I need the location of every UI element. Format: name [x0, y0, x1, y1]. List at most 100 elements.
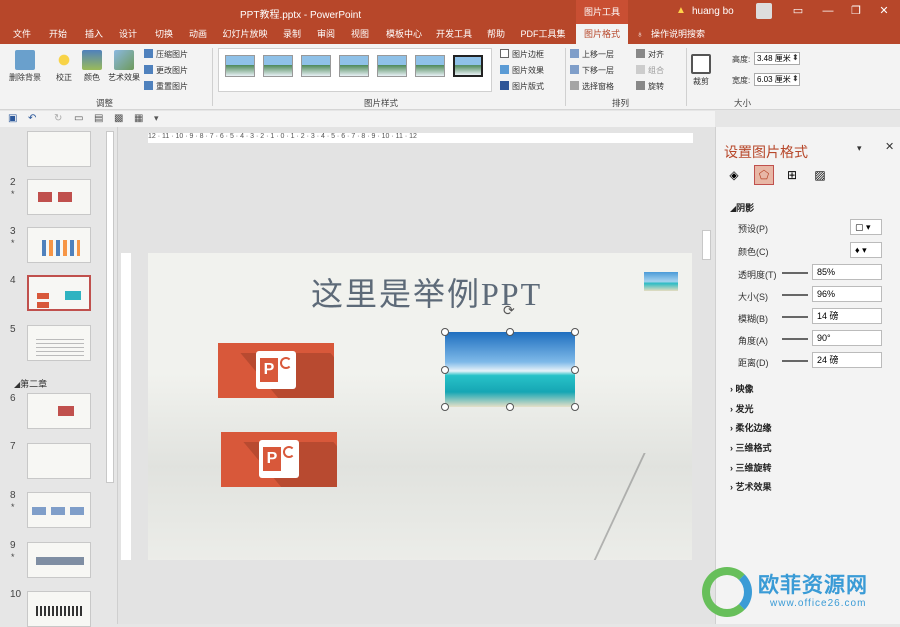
slide-thumbnail-8[interactable] [27, 492, 91, 528]
close-icon[interactable]: ✕ [874, 3, 894, 19]
slide-thumbnail-5[interactable] [27, 325, 91, 361]
resize-handle-bottom-right[interactable] [571, 403, 579, 411]
user-name[interactable]: huang bo [692, 6, 734, 17]
restore-icon[interactable]: ❐ [846, 3, 866, 19]
size-properties-icon[interactable]: ⊞ [782, 165, 802, 185]
resize-handle-top-left[interactable] [441, 328, 449, 336]
tab-developer[interactable]: 开发工具 [432, 24, 476, 44]
selected-beach-picture[interactable] [445, 332, 575, 407]
slide-canvas[interactable]: 这里是举例PPT P P ⟳ [148, 253, 692, 560]
picture-style-3[interactable] [301, 55, 331, 77]
rotate-button[interactable]: 旋转 [636, 81, 664, 92]
slide-thumbnail-3[interactable] [27, 227, 91, 263]
distance-input[interactable]: 24 磅 [812, 352, 882, 368]
tab-design[interactable]: 设计 [114, 24, 142, 44]
picture-style-4[interactable] [339, 55, 369, 77]
blur-slider[interactable] [782, 316, 808, 318]
3d-format-section-header[interactable]: › 三维格式 [730, 441, 772, 454]
tab-file[interactable]: 文件 [8, 24, 36, 44]
slide-thumbnail-2[interactable] [27, 179, 91, 215]
send-backward-button[interactable]: 下移一层 [570, 65, 614, 76]
powerpoint-logo-box-2[interactable]: P [221, 432, 337, 487]
tab-template-center[interactable]: 模板中心 [382, 24, 426, 44]
size-slider[interactable] [782, 294, 808, 296]
angle-slider[interactable] [782, 338, 808, 340]
slideshow-icon[interactable]: ▭ [74, 113, 83, 124]
picture-style-5[interactable] [377, 55, 407, 77]
crop-button[interactable]: 裁剪 [690, 54, 712, 87]
artistic-effects-section-header[interactable]: › 艺术效果 [730, 480, 772, 493]
avatar[interactable] [756, 3, 772, 19]
section-header[interactable]: ◢ 第二章 [14, 377, 47, 390]
customize-qat-icon[interactable]: ▾ [154, 113, 159, 124]
shadow-section-header[interactable]: ◢ 阴影 [730, 201, 754, 214]
tab-review[interactable]: 审阅 [312, 24, 340, 44]
color-button[interactable]: 颜色 [80, 50, 104, 83]
selection-pane-button[interactable]: 选择窗格 [570, 81, 614, 92]
distance-slider[interactable] [782, 360, 808, 362]
slide-thumbnail-6[interactable] [27, 393, 91, 429]
ribbon-display-icon[interactable]: ▭ [788, 3, 808, 19]
picture-settings-icon[interactable]: ▨ [810, 165, 830, 185]
shape-icon[interactable]: ▦ [134, 113, 143, 124]
tab-transitions[interactable]: 切换 [150, 24, 178, 44]
size-input[interactable]: 96% [812, 286, 882, 302]
reflection-section-header[interactable]: › 映像 [730, 382, 754, 395]
width-spinner[interactable]: ⬍ [792, 74, 799, 83]
small-beach-image[interactable] [644, 272, 678, 291]
thumbnail-scrollbar[interactable] [106, 131, 114, 483]
text-box-icon[interactable]: ▤ [94, 113, 103, 124]
picture-border-button[interactable]: 图片边框 [500, 49, 544, 60]
rotate-handle-icon[interactable]: ⟳ [503, 302, 515, 319]
redo-icon[interactable]: ↻ [54, 113, 62, 124]
slide-thumbnail-9[interactable] [27, 542, 91, 578]
tab-view[interactable]: 视图 [346, 24, 374, 44]
tab-animations[interactable]: 动画 [184, 24, 212, 44]
powerpoint-logo-box-1[interactable]: P [218, 343, 334, 398]
soft-edges-section-header[interactable]: › 柔化边缘 [730, 421, 772, 434]
canvas-scrollbar[interactable] [702, 230, 711, 260]
undo-icon[interactable]: ↶ [28, 113, 36, 124]
slide-thumbnail-7[interactable] [27, 443, 91, 479]
tab-slideshow[interactable]: 幻灯片放映 [220, 24, 270, 44]
resize-handle-right[interactable] [571, 366, 579, 374]
slide-thumbnail-1[interactable] [27, 131, 91, 167]
resize-handle-left[interactable] [441, 366, 449, 374]
picture-style-2[interactable] [263, 55, 293, 77]
tab-pdf-tools[interactable]: PDF工具集 [518, 24, 568, 44]
pane-options-icon[interactable]: ▾ [857, 143, 862, 154]
artistic-effects-button[interactable]: 艺术效果 [106, 50, 142, 83]
bring-forward-button[interactable]: 上移一层 [570, 49, 614, 60]
minimize-icon[interactable]: — [818, 3, 838, 19]
picture-style-7[interactable] [453, 55, 483, 77]
transparency-input[interactable]: 85% [812, 264, 882, 280]
warning-icon[interactable]: ▲ [676, 5, 686, 16]
tab-picture-format[interactable]: 图片格式 [576, 24, 628, 44]
tab-insert[interactable]: 插入 [80, 24, 108, 44]
resize-handle-top[interactable] [506, 328, 514, 336]
angle-input[interactable]: 90° [812, 330, 882, 346]
tab-record[interactable]: 录制 [278, 24, 306, 44]
effects-pentagon-icon[interactable]: ⬠ [754, 165, 774, 185]
compress-pictures-button[interactable]: 压缩图片 [144, 49, 188, 60]
tab-home[interactable]: 开始 [44, 24, 72, 44]
corrections-button[interactable]: 校正 [52, 50, 76, 83]
reset-picture-button[interactable]: 重置图片 [144, 81, 188, 92]
group-button[interactable]: 组合 [636, 65, 664, 76]
preset-dropdown[interactable]: ▢ ▾ [850, 219, 882, 235]
tab-help[interactable]: 帮助 [482, 24, 510, 44]
picture-style-1[interactable] [225, 55, 255, 77]
save-icon[interactable]: ▣ [8, 113, 17, 124]
picture-effects-button[interactable]: 图片效果 [500, 65, 544, 76]
height-spinner[interactable]: ⬍ [792, 53, 799, 62]
change-picture-button[interactable]: 更改图片 [144, 65, 188, 76]
slide-thumbnail-4[interactable] [27, 275, 91, 311]
fill-line-icon[interactable]: ◈ [724, 165, 744, 185]
resize-handle-top-right[interactable] [571, 328, 579, 336]
picture-icon[interactable]: ▩ [114, 113, 123, 124]
picture-style-6[interactable] [415, 55, 445, 77]
resize-handle-bottom[interactable] [506, 403, 514, 411]
remove-background-button[interactable]: 删除背景 [6, 50, 44, 83]
align-button[interactable]: 对齐 [636, 49, 664, 60]
pane-close-icon[interactable]: ✕ [885, 140, 894, 153]
